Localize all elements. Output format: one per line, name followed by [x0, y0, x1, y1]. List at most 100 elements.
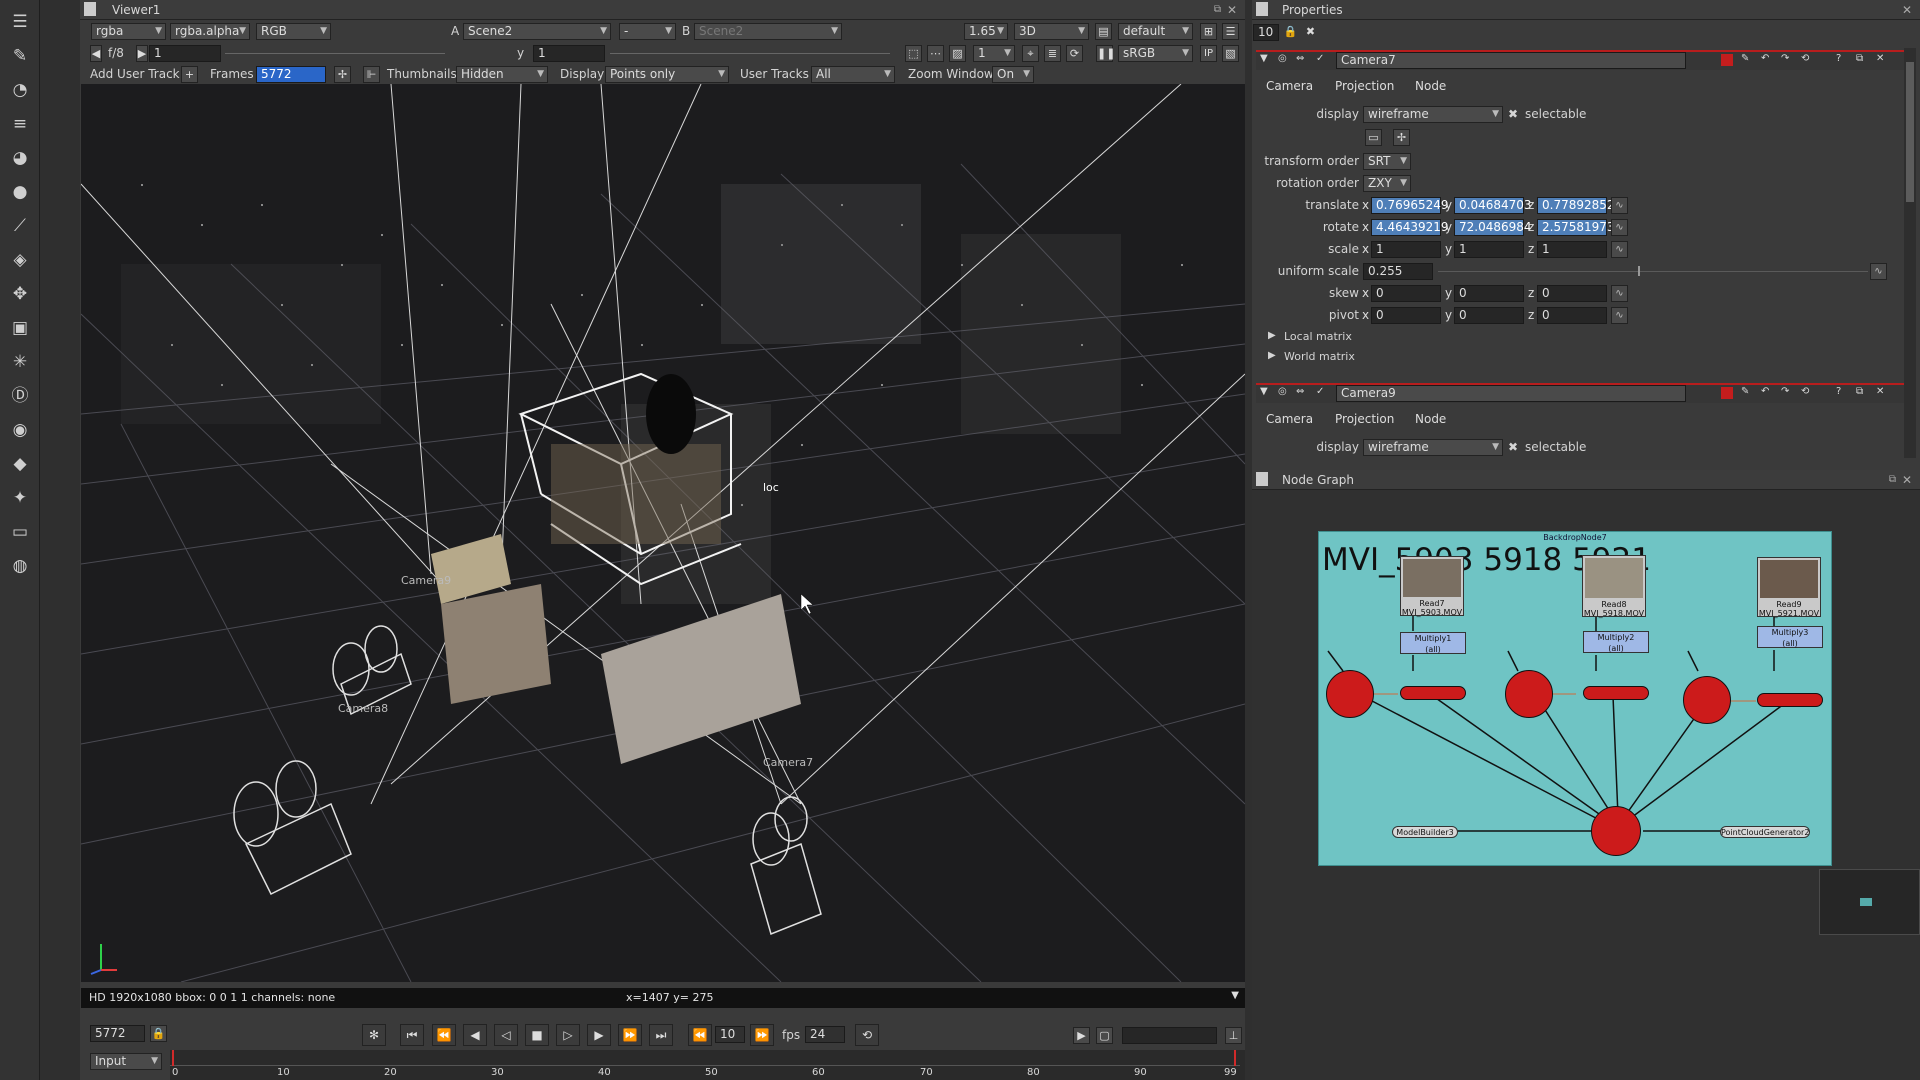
camera9-name-field[interactable]: Camera9	[1336, 385, 1686, 402]
animation-curve-icon[interactable]: ∿	[1611, 285, 1628, 302]
skip-forward-icon[interactable]: ⏩	[750, 1024, 774, 1046]
edit-icon[interactable]: ✎	[1741, 53, 1749, 64]
float-icon[interactable]: ⧉	[1856, 386, 1863, 397]
local-matrix-group[interactable]: Local matrix	[1284, 328, 1352, 345]
3d-cube-icon[interactable]: ▣	[8, 316, 32, 340]
rotate-x-field[interactable]: 4.46439219	[1371, 219, 1449, 236]
hatch-icon[interactable]: ▧	[1222, 45, 1239, 62]
translate-y-field[interactable]: 0.04684703	[1454, 197, 1532, 214]
frames-field[interactable]: 5772	[256, 66, 326, 83]
skew-y-field[interactable]: 0	[1454, 285, 1524, 302]
rotation-order-dropdown[interactable]: ZXY ▼	[1363, 175, 1411, 192]
gain-field[interactable]: 1	[149, 45, 221, 62]
tab-camera[interactable]: Camera	[1266, 410, 1313, 428]
crop-icon[interactable]: ⬚	[905, 45, 922, 62]
display-dropdown[interactable]: Points only ▼	[605, 66, 729, 83]
transform-order-dropdown[interactable]: SRT ▼	[1363, 153, 1411, 170]
expand-icon[interactable]: ▶	[1268, 327, 1276, 344]
sphere-icon[interactable]: ●	[8, 180, 32, 204]
collapse-icon[interactable]: ▼	[1260, 386, 1268, 397]
skew-x-field[interactable]: 0	[1371, 285, 1441, 302]
float-panel-icon[interactable]: ⧉	[1889, 470, 1896, 490]
gamma-field[interactable]: 1	[533, 45, 605, 62]
float-icon[interactable]: ⧉	[1856, 53, 1863, 64]
lines-icon[interactable]: ≣	[1044, 45, 1061, 62]
node-settings-icon[interactable]: ◎	[1278, 386, 1287, 397]
scene-node[interactable]	[1591, 806, 1641, 856]
max-panels-field[interactable]: 10	[1253, 24, 1279, 41]
scale-x-field[interactable]: 1	[1371, 241, 1441, 258]
pixel-aspect-icon[interactable]: ⋯	[927, 45, 944, 62]
translate-z-field[interactable]: 0.77892852	[1537, 197, 1615, 214]
close-node-icon[interactable]: ✕	[1876, 386, 1884, 397]
node-graph-minimap[interactable]	[1819, 869, 1920, 935]
read-node[interactable]: Read8 MVI_5918.MOV	[1582, 555, 1646, 618]
gamma-slider[interactable]	[610, 53, 890, 54]
paint-brush-icon[interactable]: ✎	[8, 44, 32, 68]
pivot-z-field[interactable]: 0	[1537, 307, 1607, 324]
last-frame-icon[interactable]: ⏭	[649, 1024, 673, 1046]
close-icon[interactable]: ✕	[1902, 0, 1912, 20]
pivot-x-field[interactable]: 0	[1371, 307, 1441, 324]
red-toggle[interactable]	[1721, 54, 1733, 66]
pointcloud-generator-node[interactable]: PointCloudGenerator2	[1720, 826, 1810, 838]
camera-node[interactable]	[1326, 670, 1374, 718]
thumbnail-icon[interactable]: ⊩	[363, 66, 380, 83]
refresh-icon[interactable]: ⟳	[1066, 45, 1083, 62]
proxy-icon[interactable]: ▨	[949, 45, 966, 62]
read-node[interactable]: Read7 MVI_5903.MOV	[1400, 556, 1464, 617]
user-tracks-dropdown[interactable]: All ▼	[811, 66, 895, 83]
close-icon[interactable]: ✕	[1902, 470, 1912, 490]
panel-menu-icon[interactable]	[84, 2, 96, 16]
selectable-checkbox[interactable]: ✖	[1508, 106, 1518, 123]
lock-icon[interactable]: 🔒	[1282, 24, 1299, 41]
settings-icon[interactable]: ✻	[362, 1024, 386, 1046]
current-frame-field[interactable]: 5772	[90, 1025, 145, 1042]
selectable-checkbox[interactable]: ✖	[1508, 439, 1518, 456]
step-size-field[interactable]: 10	[715, 1026, 745, 1043]
timeline-in-marker[interactable]	[172, 1050, 174, 1066]
animation-curve-icon[interactable]: ∿	[1611, 219, 1628, 236]
timeline-out-marker[interactable]	[1234, 1050, 1236, 1066]
ip-button[interactable]: IP	[1200, 45, 1217, 62]
display-mode-dropdown[interactable]: RGB ▼	[256, 23, 331, 40]
camera-node[interactable]	[1505, 670, 1553, 718]
fstop-next-icon[interactable]: ▶	[136, 45, 148, 62]
display-dropdown[interactable]: wireframe ▼	[1363, 439, 1503, 456]
prev-keyframe-icon[interactable]: ⏪	[432, 1024, 456, 1046]
zoom-window-dropdown[interactable]: On ▼	[992, 66, 1034, 83]
filter-icon[interactable]: ⟋	[8, 214, 32, 238]
proxy-dropdown[interactable]: 1 ▼	[973, 45, 1015, 62]
close-node-icon[interactable]: ✕	[1876, 53, 1884, 64]
undo-icon[interactable]: ↶	[1761, 53, 1769, 64]
animation-curve-icon[interactable]: ∿	[1611, 197, 1628, 214]
layers-icon[interactable]: ◈	[8, 248, 32, 272]
properties-scrollbar[interactable]	[1904, 48, 1916, 458]
roi2-icon[interactable]: ⌖	[1022, 45, 1039, 62]
redo-icon[interactable]: ↷	[1781, 53, 1789, 64]
clear-panels-icon[interactable]: ✖	[1302, 24, 1319, 41]
alpha-dropdown[interactable]: rgba.alpha ▼	[170, 23, 250, 40]
revert-icon[interactable]: ⟲	[1801, 53, 1809, 64]
camera7-name-field[interactable]: Camera7	[1336, 52, 1686, 69]
fps-field[interactable]: 24	[805, 1026, 845, 1043]
lock-icon[interactable]: 🔒	[150, 1025, 167, 1042]
node-color-icon[interactable]: ✓	[1316, 53, 1324, 64]
key-icon[interactable]: ✢	[334, 66, 351, 83]
node-graph-tab[interactable]: Node Graph	[1282, 470, 1354, 490]
properties-tab[interactable]: Properties	[1282, 0, 1343, 20]
colorspace-dropdown[interactable]: sRGB ▼	[1118, 45, 1193, 62]
tab-node[interactable]: Node	[1415, 410, 1446, 428]
view-mode-dropdown[interactable]: 3D ▼	[1014, 23, 1089, 40]
collapse-icon[interactable]: ▼	[1260, 53, 1268, 64]
display-dropdown[interactable]: wireframe ▼	[1363, 106, 1503, 123]
multiply-node[interactable]: Multiply1 (all)	[1400, 632, 1466, 654]
viewer-tab[interactable]: Viewer1	[112, 0, 160, 20]
skip-back-icon[interactable]: ⏪	[688, 1024, 712, 1046]
deep-icon[interactable]: Ⓓ	[8, 384, 32, 408]
modelbuilder-node[interactable]: ModelBuilder3	[1392, 826, 1458, 838]
play-backward-icon[interactable]: ◁	[494, 1024, 518, 1046]
scale-y-field[interactable]: 1	[1454, 241, 1524, 258]
uniform-scale-field[interactable]: 0.255	[1363, 263, 1433, 280]
clipboard-icon[interactable]: ▤	[1095, 23, 1112, 40]
